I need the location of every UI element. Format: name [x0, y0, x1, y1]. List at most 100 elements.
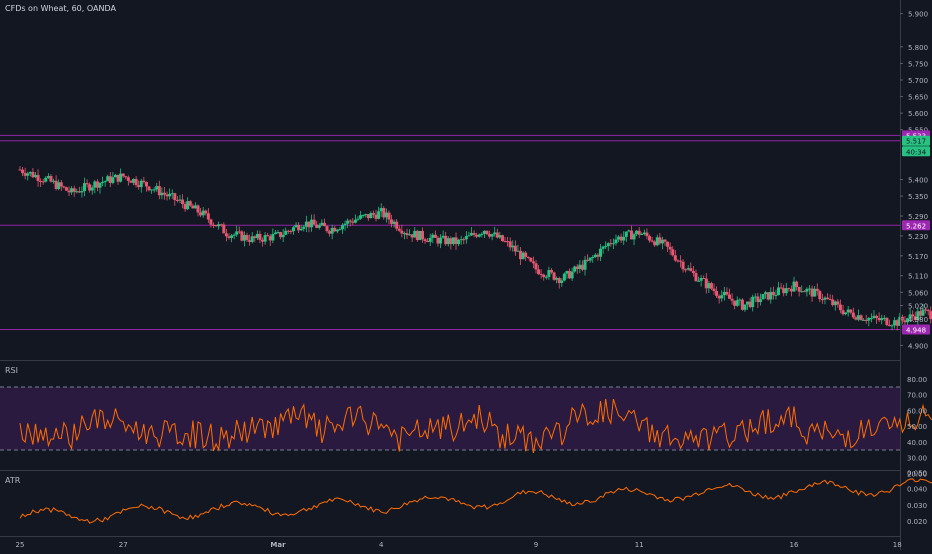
candle-body: [609, 243, 612, 244]
candle-body: [733, 301, 736, 306]
rsi-label[interactable]: RSI: [5, 366, 18, 375]
candle-body: [589, 258, 592, 261]
candle-body: [795, 282, 798, 287]
candle-body: [403, 233, 406, 234]
candle-body: [612, 243, 615, 244]
candle-body: [880, 318, 883, 320]
candle-body: [168, 194, 171, 196]
candle-body: [289, 231, 292, 232]
chart-canvas[interactable]: RSI ATR 5.9005.8005.7505.7005.6505.6005.…: [0, 0, 932, 550]
candle-body: [230, 235, 233, 237]
candle-body: [718, 296, 721, 299]
candle-body: [555, 278, 558, 280]
price-badge-label: 5.262: [906, 222, 926, 230]
candle-body: [888, 325, 891, 326]
candle-body: [483, 231, 486, 234]
candle-body: [607, 243, 610, 246]
candle-body: [362, 215, 365, 216]
candle-body: [300, 229, 303, 230]
candle-body: [207, 213, 210, 219]
chart-background: [0, 0, 932, 550]
candle-body: [442, 236, 445, 238]
candle-body: [421, 231, 424, 239]
candle-body: [893, 320, 896, 325]
candle-body: [39, 181, 42, 182]
candle-body: [506, 241, 509, 242]
candle-body: [418, 231, 421, 240]
candle-body: [398, 229, 401, 231]
candle-body: [68, 191, 71, 193]
candle-body: [852, 313, 855, 318]
candle-body: [480, 234, 483, 235]
candle-body: [356, 219, 359, 220]
candle-body: [101, 182, 104, 183]
candle-body: [772, 292, 775, 295]
price-tick-label: 5.650: [908, 94, 928, 102]
candle-body: [204, 211, 207, 214]
candle-body: [638, 231, 641, 235]
candle-body: [323, 223, 326, 226]
candle-body: [279, 232, 282, 237]
candle-body: [37, 175, 40, 181]
candle-body: [821, 299, 824, 300]
candle-body: [759, 299, 762, 302]
candle-body: [240, 231, 243, 240]
candle-body: [903, 320, 906, 322]
candle-body: [527, 257, 530, 258]
candle-body: [682, 262, 685, 270]
atr-tick-label: 0.030: [907, 502, 927, 510]
candle-body: [212, 225, 215, 226]
chart-window: RSI ATR 5.9005.8005.7505.7005.6505.6005.…: [0, 0, 932, 550]
candle-body: [171, 193, 174, 194]
candle-body: [689, 268, 692, 271]
candle-body: [622, 237, 625, 241]
candle-body: [202, 211, 205, 216]
candle-body: [896, 320, 899, 326]
candle-body: [189, 201, 192, 205]
candle-body: [455, 237, 458, 244]
candle-body: [153, 189, 156, 190]
candle-body: [854, 317, 857, 319]
candle-body: [52, 181, 55, 182]
candle-body: [176, 200, 179, 201]
candle-body: [65, 187, 68, 190]
candle-body: [658, 237, 661, 243]
time-tick-label: Mar: [270, 541, 286, 549]
candle-body: [823, 298, 826, 300]
candle-body: [751, 297, 754, 307]
candle-body: [408, 234, 411, 235]
candle-body: [411, 234, 414, 237]
candle-body: [349, 221, 352, 222]
candle-body: [891, 325, 894, 326]
candle-body: [413, 231, 416, 238]
candle-body: [488, 234, 491, 236]
candle-body: [452, 237, 455, 244]
candle-body: [553, 272, 556, 279]
candle-body: [369, 213, 372, 218]
candle-body: [199, 212, 202, 215]
candle-body: [467, 235, 470, 236]
candle-body: [625, 232, 628, 237]
candle-body: [75, 191, 78, 192]
candle-body: [875, 316, 878, 318]
candle-body: [284, 231, 287, 235]
candle-body: [106, 176, 109, 181]
candle-body: [834, 301, 837, 305]
candle-body: [645, 233, 648, 237]
atr-label[interactable]: ATR: [5, 476, 21, 485]
candle-body: [509, 241, 512, 247]
candle-body: [354, 220, 357, 223]
price-tick-label: 5.060: [908, 289, 928, 297]
candle-body: [836, 301, 839, 304]
candle-body: [277, 232, 280, 233]
candle-body: [545, 277, 548, 278]
candle-body: [816, 289, 819, 291]
candle-body: [34, 175, 37, 177]
candle-body: [516, 251, 519, 252]
candle-body: [862, 320, 865, 321]
candle-body: [756, 297, 759, 303]
price-tick-label: 5.400: [908, 177, 928, 185]
candle-body: [173, 193, 176, 200]
candle-body: [813, 289, 816, 297]
atr-tick-label: 0.050: [907, 469, 927, 477]
